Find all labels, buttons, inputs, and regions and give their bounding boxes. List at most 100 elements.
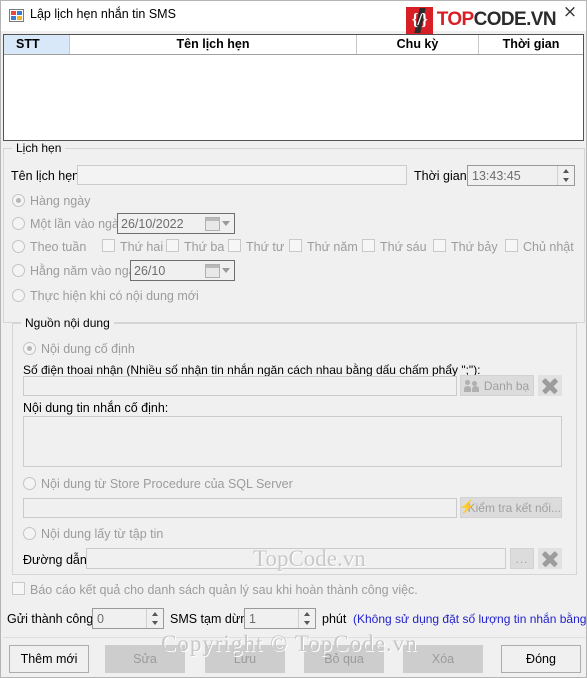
checkbox-wednesday[interactable]	[228, 239, 241, 252]
time-spinner[interactable]: 13:43:45	[467, 165, 575, 186]
app-window: Lập lịch hẹn nhắn tin SMS {/} TOPCODE.VN…	[0, 0, 587, 678]
logo-text-code: CODE.VN	[473, 9, 557, 30]
sql-store-procedure-input[interactable]	[23, 498, 457, 518]
minute-unit-label: phút	[322, 612, 347, 626]
add-new-button[interactable]: Thêm mới	[9, 645, 89, 673]
time-spin-up-icon[interactable]	[558, 166, 574, 176]
checkbox-wednesday-label: Thứ tư	[246, 240, 285, 254]
radio-on-new-content[interactable]	[12, 289, 25, 302]
grid-column-stt[interactable]: STT	[4, 35, 70, 54]
grid-column-name[interactable]: Tên lịch hẹn	[70, 35, 357, 54]
checkbox-saturday[interactable]	[433, 239, 446, 252]
sent-success-label: Gửi thành công:	[7, 612, 97, 626]
radio-yearly-label: Hằng năm vào ngày	[30, 264, 142, 278]
checkbox-friday[interactable]	[362, 239, 375, 252]
test-connection-button[interactable]: Kiểm tra kết nối...	[459, 497, 562, 518]
checkbox-saturday-label: Thứ bảy	[451, 240, 498, 254]
browse-file-button[interactable]: ...	[510, 548, 534, 569]
close-x-icon-path	[539, 549, 561, 568]
sms-pause-spinner[interactable]: 1	[244, 608, 316, 629]
sent-success-spinner[interactable]: 0	[92, 608, 164, 629]
close-x-icon	[539, 376, 561, 395]
pause-note-text: (Không sử dụng đặt số lượng tin nhắn bằn…	[353, 612, 587, 626]
sms-pause-value[interactable]: 1	[245, 609, 298, 628]
checkbox-thursday[interactable]	[289, 239, 302, 252]
clear-phone-button[interactable]	[538, 375, 562, 396]
checkbox-thursday-label: Thứ năm	[307, 240, 358, 254]
phone-numbers-input[interactable]	[23, 376, 457, 396]
checkbox-tuesday-label: Thứ ba	[184, 240, 225, 254]
radio-yearly[interactable]	[12, 264, 25, 277]
window-title: Lập lịch hẹn nhắn tin SMS	[30, 7, 176, 21]
sent-spin-up-icon[interactable]	[147, 609, 163, 619]
footer-divider	[3, 637, 585, 638]
sent-spinner-buttons[interactable]	[146, 609, 163, 628]
grid-header-row: STT Tên lịch hẹn Chu kỳ Thời gian	[4, 35, 583, 55]
yearly-date-value[interactable]: 26/10	[131, 264, 205, 278]
checkbox-report-result[interactable]	[12, 582, 25, 595]
checkbox-monday-label: Thứ hai	[120, 240, 164, 254]
sent-spin-down-icon[interactable]	[147, 619, 163, 629]
contacts-icon	[463, 379, 480, 392]
logo-text-top: TOP	[436, 9, 475, 30]
clear-path-button[interactable]	[538, 548, 562, 569]
pause-spin-up-icon[interactable]	[299, 609, 315, 619]
checkbox-tuesday[interactable]	[166, 239, 179, 252]
yearly-date-picker[interactable]: 26/10	[130, 260, 235, 281]
skip-button[interactable]: Bỏ qua	[304, 645, 384, 673]
appointment-name-input[interactable]	[77, 165, 407, 185]
message-content-label: Nội dung tin nhắn cố định:	[23, 401, 169, 415]
checkbox-sunday[interactable]	[505, 239, 518, 252]
radio-daily-label: Hàng ngày	[30, 194, 91, 208]
lightning-icon	[459, 499, 473, 515]
delete-button[interactable]: Xóa	[403, 645, 483, 673]
contacts-button-label: Danh bạ	[483, 378, 530, 393]
title-bar: Lập lịch hẹn nhắn tin SMS {/} TOPCODE.VN…	[1, 1, 586, 34]
checkbox-sunday-label: Chủ nhật	[523, 240, 574, 254]
schedule-groupbox-title: Lịch hẹn	[12, 141, 66, 155]
once-date-value[interactable]: 26/10/2022	[118, 217, 205, 231]
file-path-input[interactable]	[86, 548, 506, 569]
test-connection-button-label: Kiểm tra kết nối...	[467, 500, 561, 515]
sent-success-value[interactable]: 0	[93, 609, 146, 628]
edit-button[interactable]: Sửa	[105, 645, 185, 673]
radio-daily[interactable]	[12, 194, 25, 207]
calendar-icon-yearly[interactable]	[205, 263, 220, 278]
radio-file-content[interactable]	[23, 527, 36, 540]
once-date-picker[interactable]: 26/10/2022	[117, 213, 235, 234]
radio-weekly[interactable]	[12, 240, 25, 253]
radio-sql-store-procedure[interactable]	[23, 477, 36, 490]
close-button[interactable]: Đóng	[501, 645, 581, 673]
time-label: Thời gian:	[414, 169, 471, 183]
chevron-down-icon[interactable]	[222, 221, 230, 226]
appointment-name-label: Tên lịch hẹn:	[11, 169, 83, 183]
checkbox-friday-label: Thứ sáu	[380, 240, 427, 254]
close-icon[interactable]: ×	[561, 3, 579, 21]
topcode-logo: {/} TOPCODE.VN	[405, 6, 557, 34]
file-path-label: Đường dẫn:	[23, 553, 91, 567]
phone-numbers-label: Số điện thoai nhận (Nhiều số nhận tin nh…	[23, 363, 481, 377]
appointments-grid[interactable]: STT Tên lịch hẹn Chu kỳ Thời gian	[3, 34, 584, 141]
grid-column-cycle[interactable]: Chu kỳ	[357, 35, 479, 54]
grid-body-empty	[4, 55, 583, 140]
pause-spin-down-icon[interactable]	[299, 619, 315, 629]
radio-on-new-content-label: Thực hiện khi có nội dung mới	[30, 289, 199, 303]
radio-once-label: Một lần vào ngày	[30, 217, 126, 231]
radio-fixed-content[interactable]	[23, 342, 36, 355]
chevron-down-icon-yearly[interactable]	[222, 268, 230, 273]
radio-fixed-content-label: Nội dung cố định	[41, 342, 135, 356]
time-value[interactable]: 13:43:45	[468, 166, 557, 185]
grid-column-time[interactable]: Thời gian	[479, 35, 583, 54]
checkbox-monday[interactable]	[102, 239, 115, 252]
radio-once[interactable]	[12, 217, 25, 230]
logo-brace-text: {/}	[411, 10, 428, 29]
time-spin-down-icon[interactable]	[558, 176, 574, 186]
radio-file-content-label: Nội dung lấy từ tập tin	[41, 527, 164, 541]
message-content-textarea[interactable]	[23, 416, 562, 467]
app-window-icon	[9, 9, 24, 22]
save-button[interactable]: Lưu	[205, 645, 285, 673]
time-spinner-buttons[interactable]	[557, 166, 574, 185]
contacts-button[interactable]: Danh bạ	[460, 375, 534, 396]
calendar-icon[interactable]	[205, 216, 220, 231]
pause-spinner-buttons[interactable]	[298, 609, 315, 628]
